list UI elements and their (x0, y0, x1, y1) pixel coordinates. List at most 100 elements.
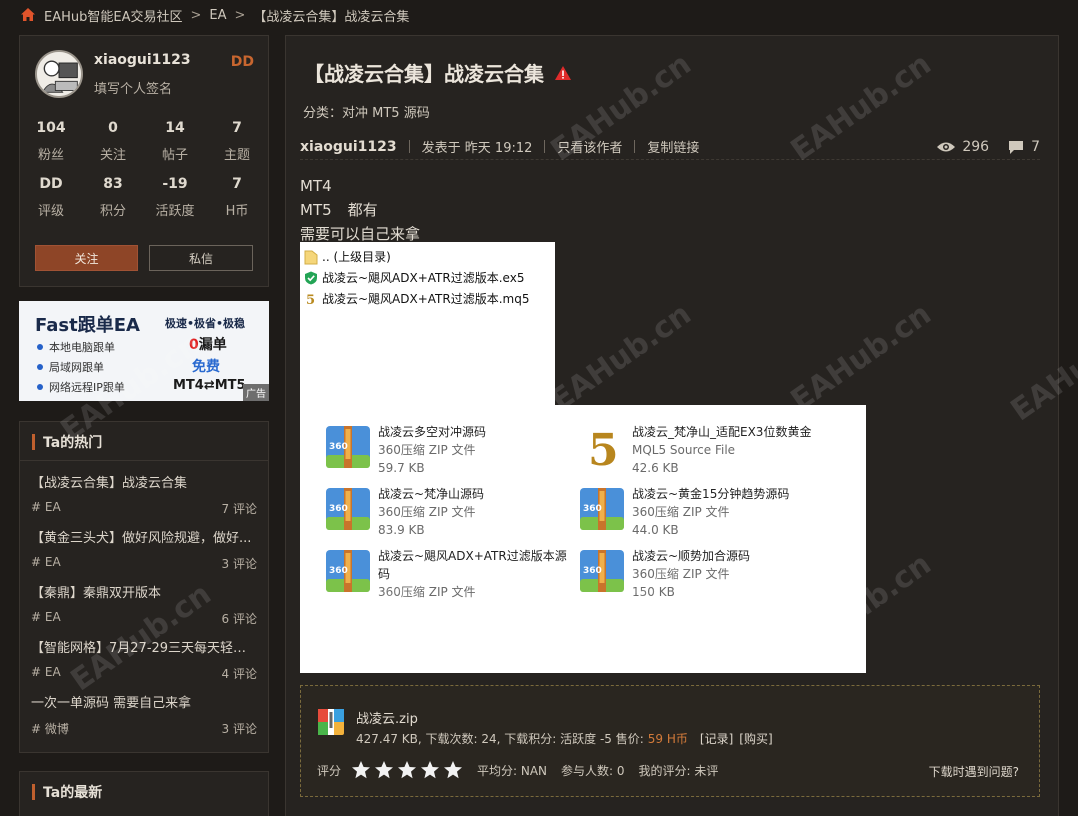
stat-label: 帖子 (161, 148, 188, 163)
svg-text:360: 360 (583, 566, 602, 576)
buy-link[interactable]: [购买] (739, 730, 772, 747)
mql5-icon: 5 (306, 293, 315, 306)
stat-value: 7 (232, 120, 242, 136)
list-item[interactable]: 【黄金三头犬】做好风险规避，做好... # EA 3 评论 (31, 527, 257, 572)
ad-feature-label: 网络远程IP跟单 (49, 381, 125, 394)
stat-fans[interactable]: 104 粉丝 (20, 120, 82, 163)
stat-label: 主题 (223, 148, 250, 163)
file-name: 战凌云_梵净山_适配EX3位数黄金 (632, 425, 812, 439)
breadcrumb-category[interactable]: EA (209, 8, 226, 23)
file-size: 83.9 KB (378, 523, 425, 537)
breadcrumb-home[interactable]: EAHub智能EA交易社区 (44, 6, 182, 25)
star-icon[interactable] (374, 760, 394, 780)
list-item[interactable]: 【战凌云合集】战凌云合集 # EA 7 评论 (31, 472, 257, 517)
user-signature[interactable]: 填写个人签名 (94, 78, 172, 97)
file-tile: 360 战凌云多空对冲源码 360压缩 ZIP 文件 59.7 KB (324, 423, 486, 477)
newest-posts-title: Ta的最新 (32, 782, 102, 802)
attachment-filename[interactable]: 战凌云.zip (356, 708, 418, 727)
post-category[interactable]: 分类：对冲 MT5 源码 (303, 102, 430, 121)
section-title-text: Ta的热门 (43, 435, 103, 451)
post-line: MT5 都有 (300, 198, 420, 222)
breadcrumb: EAHub智能EA交易社区 > EA > 【战凌云合集】战凌云合集 (20, 5, 409, 25)
stat-threads[interactable]: 7 主题 (206, 120, 268, 163)
hot-post-comments: 3 评论 (221, 557, 257, 571)
hot-post-tag[interactable]: # EA (31, 665, 61, 682)
sidebar: xiaogui1123 填写个人签名 DD 104 粉丝 0 关注 14 帖子 7 主题… (19, 35, 269, 816)
screenshot-file-grid: 360 战凌云多空对冲源码 360压缩 ZIP 文件 59.7 KB 5 战凌云_梵… (300, 405, 866, 673)
file-name: 战凌云~黄金15分钟趋势源码 (632, 487, 790, 501)
file-row: .. (上级目录) (304, 248, 391, 265)
star-icon[interactable] (397, 760, 417, 780)
hot-post-comments: 4 评论 (221, 667, 257, 681)
file-name: 战凌云~飓风ADX+ATR过滤版本源 (378, 549, 567, 563)
file-type: 360压缩 ZIP 文件 (378, 585, 476, 599)
mql5-icon: 5 (588, 425, 619, 471)
stat-label: 关注 (99, 148, 126, 163)
post-text: 都有 (347, 201, 378, 219)
file-size: 44.0 KB (632, 523, 679, 537)
file-type: MQL5 Source File (632, 443, 736, 457)
shield-check-icon (305, 271, 317, 284)
hot-post-title[interactable]: 【战凌云合集】战凌云合集 (31, 472, 257, 491)
stat-hcoin: 7 H币 (206, 176, 268, 219)
divider (634, 140, 636, 153)
hot-posts-card: Ta的热门 【战凌云合集】战凌云合集 # EA 7 评论 【黄金三头犬】做好风险规避… (19, 421, 269, 753)
copy-link[interactable]: 复制链接 (647, 137, 699, 156)
star-icon[interactable] (351, 760, 371, 780)
post-author[interactable]: xiaogui1123 (300, 139, 397, 155)
divider (20, 460, 268, 461)
attachment-details: 427.47 KB, 下载次数: 24, 下载积分: 活跃度 -5 售价: (356, 732, 644, 746)
breadcrumb-current: 【战凌云合集】战凌云合集 (253, 9, 410, 25)
avatar[interactable] (35, 50, 83, 98)
zip-archive-icon: 360 (580, 488, 624, 530)
hot-post-title[interactable]: 【秦鼎】秦鼎双开版本 (31, 582, 257, 601)
warning-icon[interactable] (554, 65, 572, 81)
attachment-box: 战凌云.zip 427.47 KB, 下载次数: 24, 下载积分: 活跃度 -… (300, 685, 1040, 797)
home-icon[interactable] (20, 7, 36, 23)
star-icon[interactable] (420, 760, 440, 780)
stat-activity: -19 活跃度 (144, 176, 206, 219)
attachment-price: 59 H币 (647, 732, 688, 746)
hot-post-title[interactable]: 一次一单源码 需要自己来拿 (31, 692, 257, 711)
svg-text:360: 360 (583, 504, 602, 514)
post-text: MT5 (300, 201, 332, 219)
stat-following[interactable]: 0 关注 (82, 120, 144, 163)
hot-post-title[interactable]: 【智能网格】7月27-29三天每天轻松... (31, 637, 257, 656)
record-link[interactable]: [记录] (700, 730, 733, 747)
post-counters: 296 7 (936, 139, 1040, 155)
file-size: 59.7 KB (378, 461, 425, 475)
ad-feature-label: 本地电脑跟单 (49, 341, 115, 354)
zip-file-icon[interactable] (317, 708, 345, 736)
stat-posts[interactable]: 14 帖子 (144, 120, 206, 163)
download-help-link[interactable]: 下载时遇到问题? (929, 763, 1019, 780)
hot-post-tag[interactable]: # EA (31, 500, 61, 517)
hot-post-tag[interactable]: # EA (31, 610, 61, 627)
list-item[interactable]: 【秦鼎】秦鼎双开版本 # EA 6 评论 (31, 582, 257, 627)
ad-free: 免费 (192, 359, 220, 375)
file-tile: 360 战凌云~梵净山源码 360压缩 ZIP 文件 83.9 KB (324, 485, 484, 539)
section-title-text: Ta的最新 (43, 785, 103, 801)
only-author-link[interactable]: 只看该作者 (557, 137, 622, 156)
eye-icon (937, 142, 956, 151)
folder-icon (304, 250, 318, 264)
file-tile: 360 战凌云~黄金15分钟趋势源码 360压缩 ZIP 文件 44.0 KB (578, 485, 789, 539)
username[interactable]: xiaogui1123 (94, 52, 191, 68)
file-name: 战凌云~飓风ADX+ATR过滤版本.ex5 (322, 271, 525, 285)
follow-button[interactable]: 关注 (35, 245, 138, 271)
breadcrumb-separator: > (234, 7, 246, 23)
hot-post-tag[interactable]: # 微博 (31, 720, 69, 737)
list-item[interactable]: 一次一单源码 需要自己来拿 # 微博 3 评论 (31, 692, 257, 737)
ad-leak: 漏单 (198, 337, 227, 353)
private-message-button[interactable]: 私信 (149, 245, 253, 271)
hot-post-title[interactable]: 【黄金三头犬】做好风险规避，做好... (31, 527, 257, 546)
ad-banner[interactable]: Fast跟单EA 极速•极省•极稳 本地电脑跟单 局域网跟单 网络远程IP跟单 … (19, 301, 269, 401)
file-type: 360压缩 ZIP 文件 (632, 505, 730, 519)
stat-value: 7 (232, 176, 242, 192)
star-icon[interactable] (443, 760, 463, 780)
ad-feature: 本地电脑跟单 (37, 339, 115, 355)
stats-row-1: 104 粉丝 0 关注 14 帖子 7 主题 (20, 120, 268, 163)
ad-tag: 广告 (243, 384, 269, 401)
post-line: MT4 (300, 177, 332, 195)
hot-post-tag[interactable]: # EA (31, 555, 61, 572)
list-item[interactable]: 【智能网格】7月27-29三天每天轻松... # EA 4 评论 (31, 637, 257, 682)
